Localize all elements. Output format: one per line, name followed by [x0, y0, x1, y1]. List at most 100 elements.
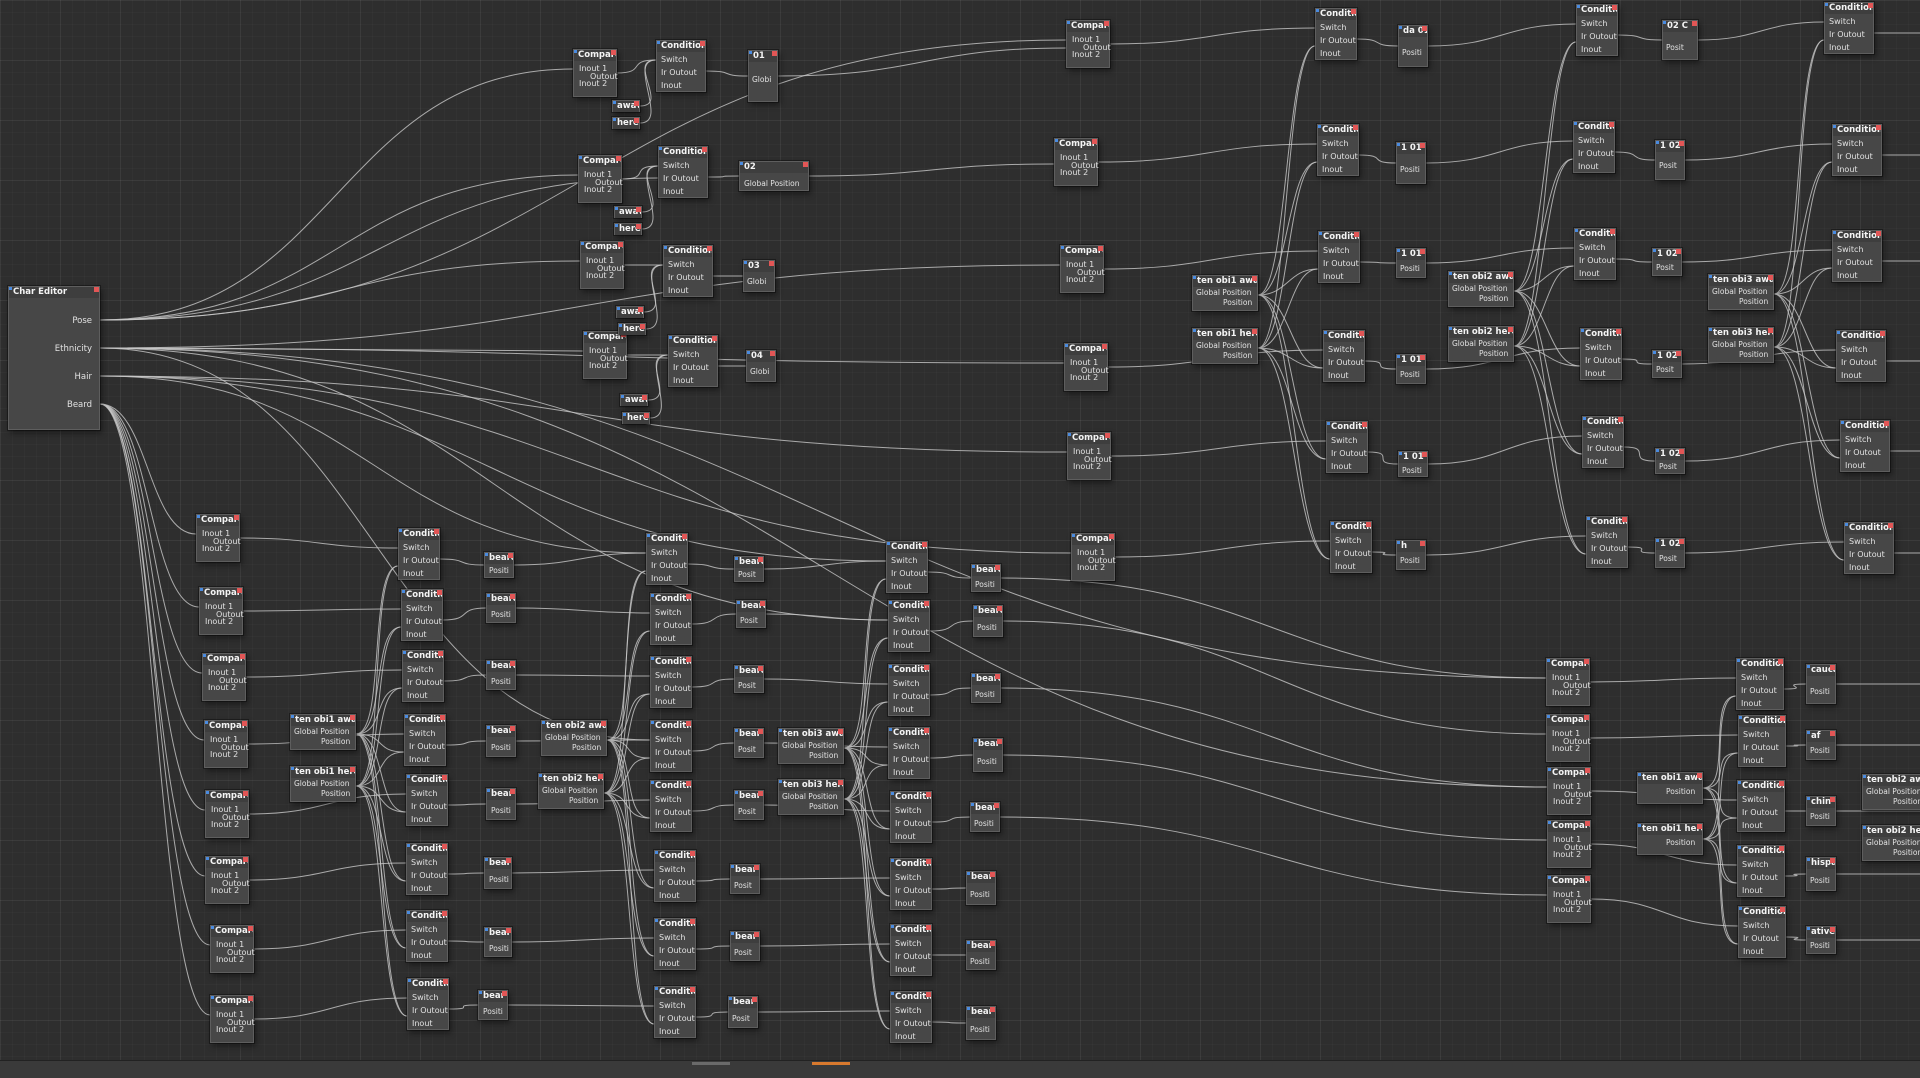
value-node[interactable]: caucaPositi — [1806, 664, 1836, 704]
condition-node[interactable]: Condition Switch Ir Outout Inout — [890, 858, 932, 910]
global-position-node[interactable]: ten obi2 hereGlobal PositionPosition — [538, 773, 604, 809]
value-node[interactable]: 03 Globi — [743, 260, 775, 292]
compare-node[interactable]: CompareInout 1OutoutInout 2 — [199, 587, 244, 635]
value-node[interactable]: beardPositi — [486, 593, 516, 623]
value-node[interactable]: bear Positi — [486, 725, 516, 757]
output-port-marker[interactable] — [506, 928, 511, 933]
char-editor-node[interactable]: Char Editor Pose Ethnicity Hair Beard — [8, 286, 100, 430]
char-editor-output-pose[interactable]: Pose — [72, 317, 92, 326]
output-port-marker[interactable] — [642, 395, 647, 400]
output-port-marker[interactable] — [770, 351, 775, 356]
output-port-marker[interactable] — [350, 767, 355, 772]
output-port-marker[interactable] — [686, 594, 691, 599]
value-node[interactable]: beardPosit — [734, 665, 764, 693]
condition-node[interactable]: Condition Switch Ir Outout Inout — [1738, 906, 1786, 958]
output-port-marker[interactable] — [1779, 781, 1784, 786]
output-port-marker[interactable] — [990, 872, 995, 877]
output-port-marker[interactable] — [994, 803, 999, 808]
char-editor-output-hair[interactable]: Hair — [75, 373, 92, 382]
value-node[interactable]: af Positi — [1806, 730, 1836, 760]
output-port-marker[interactable] — [350, 715, 355, 720]
output-port-marker[interactable] — [1366, 522, 1371, 527]
output-port-marker[interactable] — [248, 926, 253, 931]
output-port-marker[interactable] — [995, 674, 1000, 679]
output-port-marker[interactable] — [598, 774, 603, 779]
output-port-marker[interactable] — [758, 666, 763, 671]
condition-node[interactable]: Condition Switch Ir Outout Inout — [1323, 330, 1365, 382]
output-port-marker[interactable] — [1868, 3, 1873, 8]
output-port-marker[interactable] — [1618, 417, 1623, 422]
condition-node[interactable]: Condition Switch Ir Outout Inout — [1582, 416, 1624, 468]
condition-node[interactable]: Condition Switch Ir Outout Inout — [407, 978, 449, 1030]
value-node[interactable]: bearcPositi — [486, 660, 516, 690]
condition-node[interactable]: Condition Switch Ir Outout Inout — [1580, 328, 1622, 380]
condition-node[interactable]: Condition Switch Ir Outout Inout — [1832, 230, 1882, 282]
value-node[interactable]: here — [614, 223, 642, 235]
output-port-marker[interactable] — [690, 987, 695, 992]
value-node[interactable]: awav — [612, 100, 640, 112]
output-port-marker[interactable] — [640, 324, 645, 329]
output-port-marker[interactable] — [1109, 534, 1114, 539]
output-port-marker[interactable] — [634, 118, 639, 123]
value-node[interactable]: bear Posit — [730, 931, 760, 961]
output-port-marker[interactable] — [1697, 773, 1702, 778]
output-port-marker[interactable] — [1105, 433, 1110, 438]
value-node[interactable]: 02 C Posit — [1662, 20, 1698, 60]
value-node[interactable]: here — [622, 412, 650, 424]
compare-node[interactable]: CompareInout 1OutoutInout 2 — [202, 653, 247, 701]
compare-node[interactable]: CompareInout 1OutoutInout 2 — [210, 995, 255, 1043]
global-position-node[interactable]: ten obi2 hereGlobal PositionPosition — [1448, 326, 1514, 362]
global-position-node[interactable]: ten obi1 awavGlobal PositionPosition — [290, 714, 356, 750]
compare-node[interactable]: CompareInout 1OutoutInout 2 — [1054, 138, 1099, 186]
output-port-marker[interactable] — [758, 729, 763, 734]
condition-node[interactable]: Condition Switch Ir Outout Inout — [890, 924, 932, 976]
output-port-marker[interactable] — [1830, 797, 1835, 802]
output-port-marker[interactable] — [990, 941, 995, 946]
value-node[interactable]: 1 01 2Positi — [1396, 248, 1426, 278]
condition-node[interactable]: Condition Switch Ir Outout Inout — [654, 850, 696, 902]
output-port-marker[interactable] — [758, 557, 763, 562]
global-position-node[interactable]: ten obi1 here Global Position Position — [1192, 328, 1258, 364]
condition-node[interactable]: Condition Switch Ir Outout Inout — [650, 656, 692, 708]
global-position-node[interactable]: ten obi1 here Global Position Position — [290, 766, 356, 802]
output-port-marker[interactable] — [243, 791, 248, 796]
output-port-marker[interactable] — [700, 41, 705, 46]
value-node[interactable]: bear Positi — [484, 927, 512, 957]
value-node[interactable]: here — [612, 117, 640, 129]
output-port-marker[interactable] — [1830, 731, 1835, 736]
value-node[interactable]: bear Positi — [486, 788, 516, 820]
condition-node[interactable]: Condition Switch Ir Outout Inout — [654, 918, 696, 970]
output-port-marker[interactable] — [1679, 449, 1684, 454]
output-port-marker[interactable] — [611, 50, 616, 55]
output-port-marker[interactable] — [1884, 421, 1889, 426]
output-port-marker[interactable] — [838, 780, 843, 785]
output-port-marker[interactable] — [924, 665, 929, 670]
condition-node[interactable]: Condition Switch Ir Outout Inout — [650, 720, 692, 772]
compare-node[interactable]: CompareInout 1OutoutInout 2 — [578, 155, 623, 203]
output-port-marker[interactable] — [506, 858, 511, 863]
value-node[interactable]: da 01 Positi — [1398, 25, 1428, 67]
output-port-marker[interactable] — [1508, 272, 1513, 277]
global-position-node[interactable]: ten obi2 awavGlobal PositionPosition — [1862, 774, 1920, 810]
value-node[interactable]: bear Posit — [728, 996, 758, 1028]
output-port-marker[interactable] — [636, 224, 641, 229]
output-port-marker[interactable] — [636, 207, 641, 212]
condition-node[interactable]: Condition Switch Ir Outout Inout — [406, 843, 448, 895]
output-port-marker[interactable] — [690, 851, 695, 856]
value-node[interactable]: 1 01 3Positi — [1396, 354, 1426, 384]
value-node[interactable]: 1 02 5Posit — [1655, 538, 1685, 568]
output-port-marker[interactable] — [634, 101, 639, 106]
condition-node[interactable]: Condition Switch Ir Outout Inout — [1836, 330, 1886, 382]
output-port-marker[interactable] — [997, 739, 1002, 744]
output-port-marker[interactable] — [1584, 715, 1589, 720]
output-port-marker[interactable] — [990, 1007, 995, 1012]
global-position-node[interactable]: ten obi2 awavGlobal PositionPosition — [1448, 271, 1514, 307]
condition-node[interactable]: Condition Switch Ir Outout Inout — [398, 528, 440, 580]
output-port-marker[interactable] — [510, 661, 515, 666]
output-port-marker[interactable] — [1420, 249, 1425, 254]
value-node[interactable]: hispa Positi — [1806, 857, 1836, 891]
condition-node[interactable]: Condition Switch Ir Outout Inout — [1737, 780, 1785, 832]
output-port-marker[interactable] — [437, 590, 442, 595]
output-port-marker[interactable] — [1252, 276, 1257, 281]
output-port-marker[interactable] — [1585, 768, 1590, 773]
